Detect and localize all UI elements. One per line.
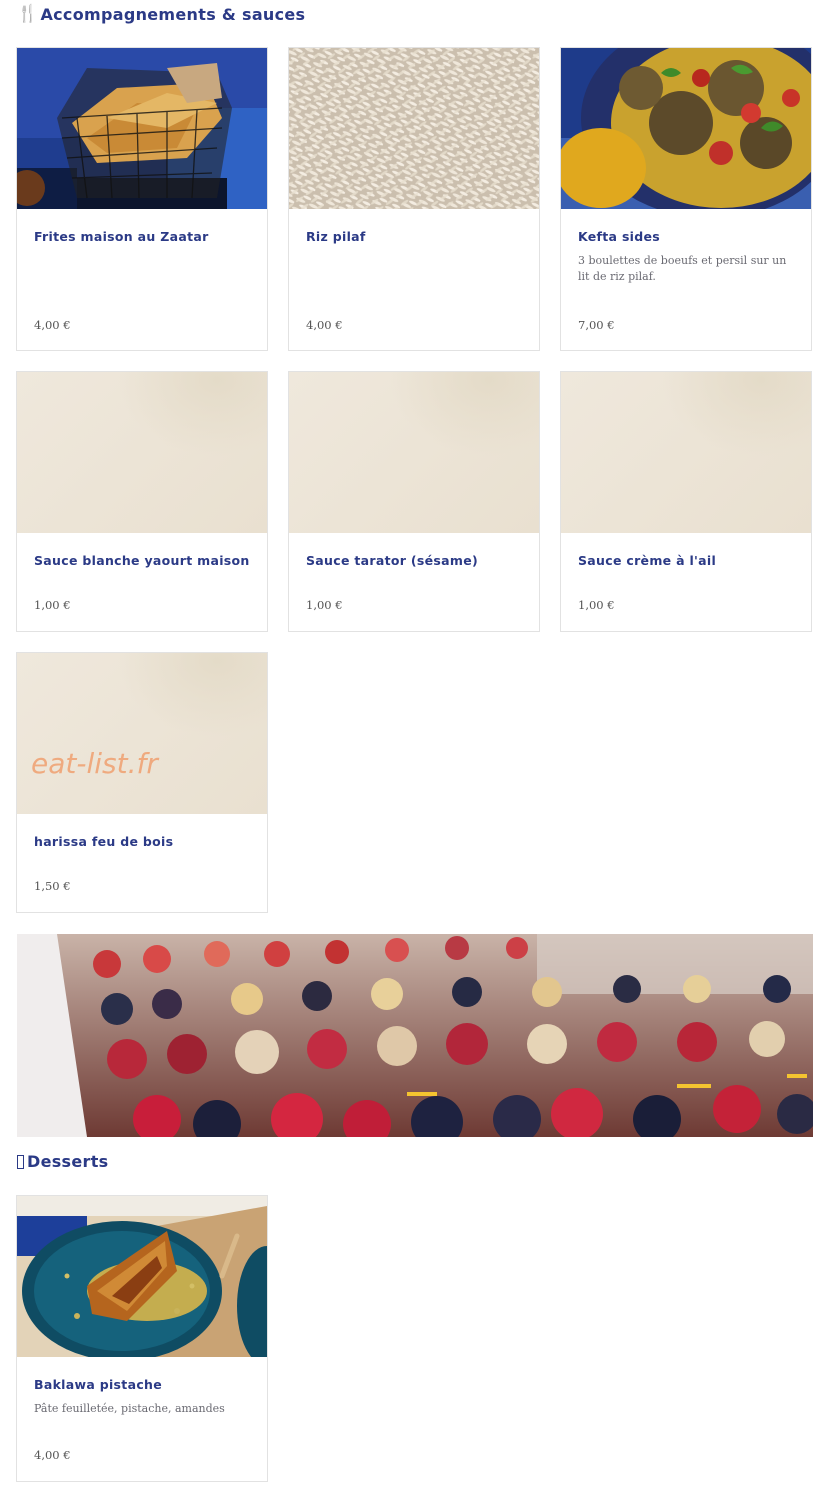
missing-glyph-icon (17, 1154, 24, 1169)
section-title-sides-label: Accompagnements & sauces (40, 4, 306, 24)
placeholder-image (289, 372, 539, 533)
frites-photo (17, 48, 267, 209)
rice-photo (289, 48, 539, 209)
item-price: 1,00 € (306, 598, 343, 612)
menu-item-frites[interactable]: Frites maison au Zaatar 4,00 € (16, 47, 268, 351)
menu-item-baklawa[interactable]: Baklawa pistache Pâte feuilletée, pistac… (16, 1195, 268, 1482)
item-name: Sauce blanche yaourt maison (34, 553, 250, 568)
item-price: 1,50 € (34, 879, 71, 893)
placeholder-image (561, 372, 811, 533)
menu-item-kefta-sides[interactable]: Kefta sides 3 boulettes de boeufs et per… (560, 47, 812, 351)
item-description: Pâte feuilletée, pistache, amandes (34, 1402, 225, 1415)
item-name: Frites maison au Zaatar (34, 229, 209, 244)
item-price: 4,00 € (34, 1448, 71, 1462)
menu-item-sauce-creme-ail[interactable]: Sauce crème à l'ail 1,00 € (560, 371, 812, 632)
item-price: 4,00 € (306, 318, 343, 332)
item-name: Riz pilaf (306, 229, 366, 244)
kefta-photo (561, 48, 811, 209)
item-name: Baklawa pistache (34, 1377, 162, 1392)
section-title-sides: 🍴 Accompagnements & sauces (17, 4, 305, 24)
menu-item-riz-pilaf[interactable]: Riz pilaf 4,00 € (288, 47, 540, 351)
item-name: Kefta sides (578, 229, 661, 244)
fork-knife-icon: 🍴 (17, 4, 39, 24)
watermark: eat-list.fr (31, 747, 158, 780)
item-name: harissa feu de bois (34, 834, 174, 849)
menu-item-harissa[interactable]: eat-list.fr harissa feu de bois 1,50 € (16, 652, 268, 913)
menu-item-sauce-blanche[interactable]: Sauce blanche yaourt maison 1,00 € (16, 371, 268, 632)
item-price: 1,00 € (34, 598, 71, 612)
placeholder-image: eat-list.fr (17, 653, 267, 814)
item-name: Sauce tarator (sésame) (306, 553, 478, 568)
item-price: 7,00 € (578, 318, 615, 332)
baklawa-photo (17, 1196, 267, 1357)
placeholder-image (17, 372, 267, 533)
desserts-banner-image (17, 934, 813, 1137)
section-title-desserts: Desserts (17, 1152, 109, 1171)
item-name: Sauce crème à l'ail (578, 553, 717, 568)
section-title-desserts-label: Desserts (27, 1152, 109, 1171)
item-description: 3 boulettes de boeufs et persil sur un l… (578, 254, 787, 283)
menu-item-sauce-tarator[interactable]: Sauce tarator (sésame) 1,00 € (288, 371, 540, 632)
item-price: 1,00 € (578, 598, 615, 612)
item-price: 4,00 € (34, 318, 71, 332)
